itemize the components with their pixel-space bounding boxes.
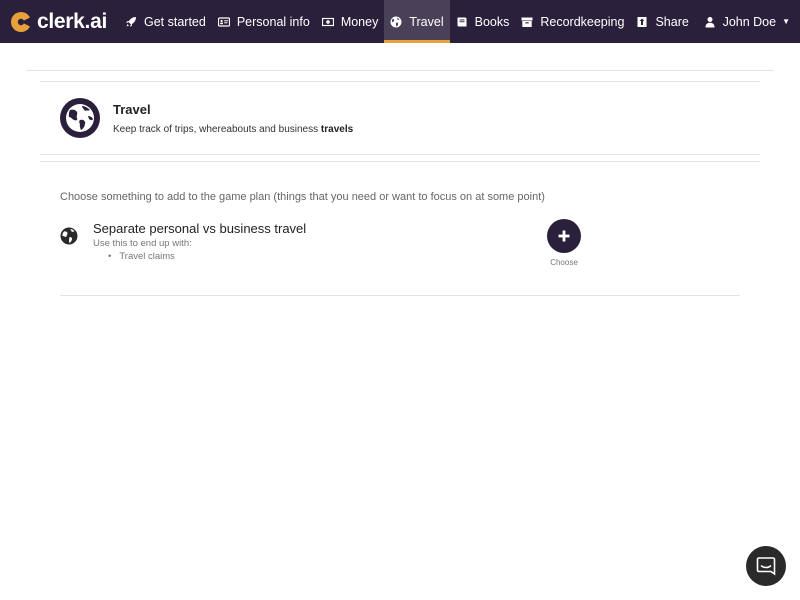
nav-item-get-started[interactable]: Get started: [119, 0, 212, 43]
section-header-text: Travel Keep track of trips, whereabouts …: [113, 102, 353, 135]
user-menu[interactable]: John Doe ▼: [698, 0, 800, 43]
nav-item-label: Share: [655, 14, 689, 29]
divider: [40, 154, 760, 155]
brand-logo-link[interactable]: clerk.ai: [0, 0, 119, 43]
share-icon: [636, 16, 648, 28]
nav-item-recordkeeping[interactable]: Recordkeeping: [515, 0, 630, 43]
clerk-logo-icon: [11, 11, 32, 32]
chat-launcher-button[interactable]: [746, 546, 786, 586]
choose-button[interactable]: [547, 219, 581, 253]
globe-icon: [60, 98, 100, 138]
archive-icon: [521, 16, 533, 28]
page-subtitle: Keep track of trips, whereabouts and bus…: [113, 124, 353, 135]
nav-item-label: Get started: [144, 14, 206, 29]
divider: [26, 70, 774, 71]
prompt-text: Choose something to add to the game plan…: [60, 191, 545, 203]
section-header: Travel Keep track of trips, whereabouts …: [40, 82, 760, 154]
nav-item-label: Travel: [409, 14, 444, 29]
nav-item-label: Recordkeeping: [540, 14, 625, 29]
nav-item-travel[interactable]: Travel: [384, 0, 450, 43]
top-navbar: clerk.ai Get started Personal info Money…: [0, 0, 800, 43]
nav-item-personal-info[interactable]: Personal info: [212, 0, 316, 43]
choose-control: Choose: [546, 219, 582, 267]
nav-item-money[interactable]: Money: [316, 0, 385, 43]
page-title: Travel: [113, 101, 151, 117]
choose-label: Choose: [550, 258, 578, 267]
nav-item-label: Books: [474, 14, 510, 29]
subtitle-emphasis: travels: [320, 123, 354, 135]
user-name: John Doe: [722, 14, 777, 29]
id-card-icon: [217, 16, 230, 28]
chat-icon: [756, 557, 776, 576]
rocket-icon: [125, 16, 137, 28]
nav-item-books[interactable]: Books: [450, 0, 516, 43]
outcome-list: Travel claims: [108, 251, 175, 262]
nav-item-share[interactable]: Share: [630, 0, 694, 43]
nav-item-label: Personal info: [236, 14, 310, 29]
divider: [60, 295, 740, 296]
option-title: Separate personal vs business travel: [93, 221, 307, 236]
option-card: Separate personal vs business travel Use…: [60, 219, 740, 295]
nav-item-label: Money: [340, 14, 379, 29]
book-icon: [456, 16, 468, 28]
money-icon: [321, 16, 334, 28]
caret-down-icon: ▼: [782, 17, 790, 26]
globe-icon: [390, 16, 402, 28]
user-icon: [704, 16, 716, 28]
brand-name: clerk.ai: [37, 9, 107, 33]
plus-icon: [558, 230, 570, 242]
globe-icon: [60, 227, 78, 245]
divider: [40, 161, 760, 162]
list-item: Travel claims: [108, 251, 175, 262]
subtitle-text: Keep track of trips, whereabouts and bus…: [113, 123, 321, 135]
option-subtitle: Use this to end up with:: [93, 238, 192, 249]
